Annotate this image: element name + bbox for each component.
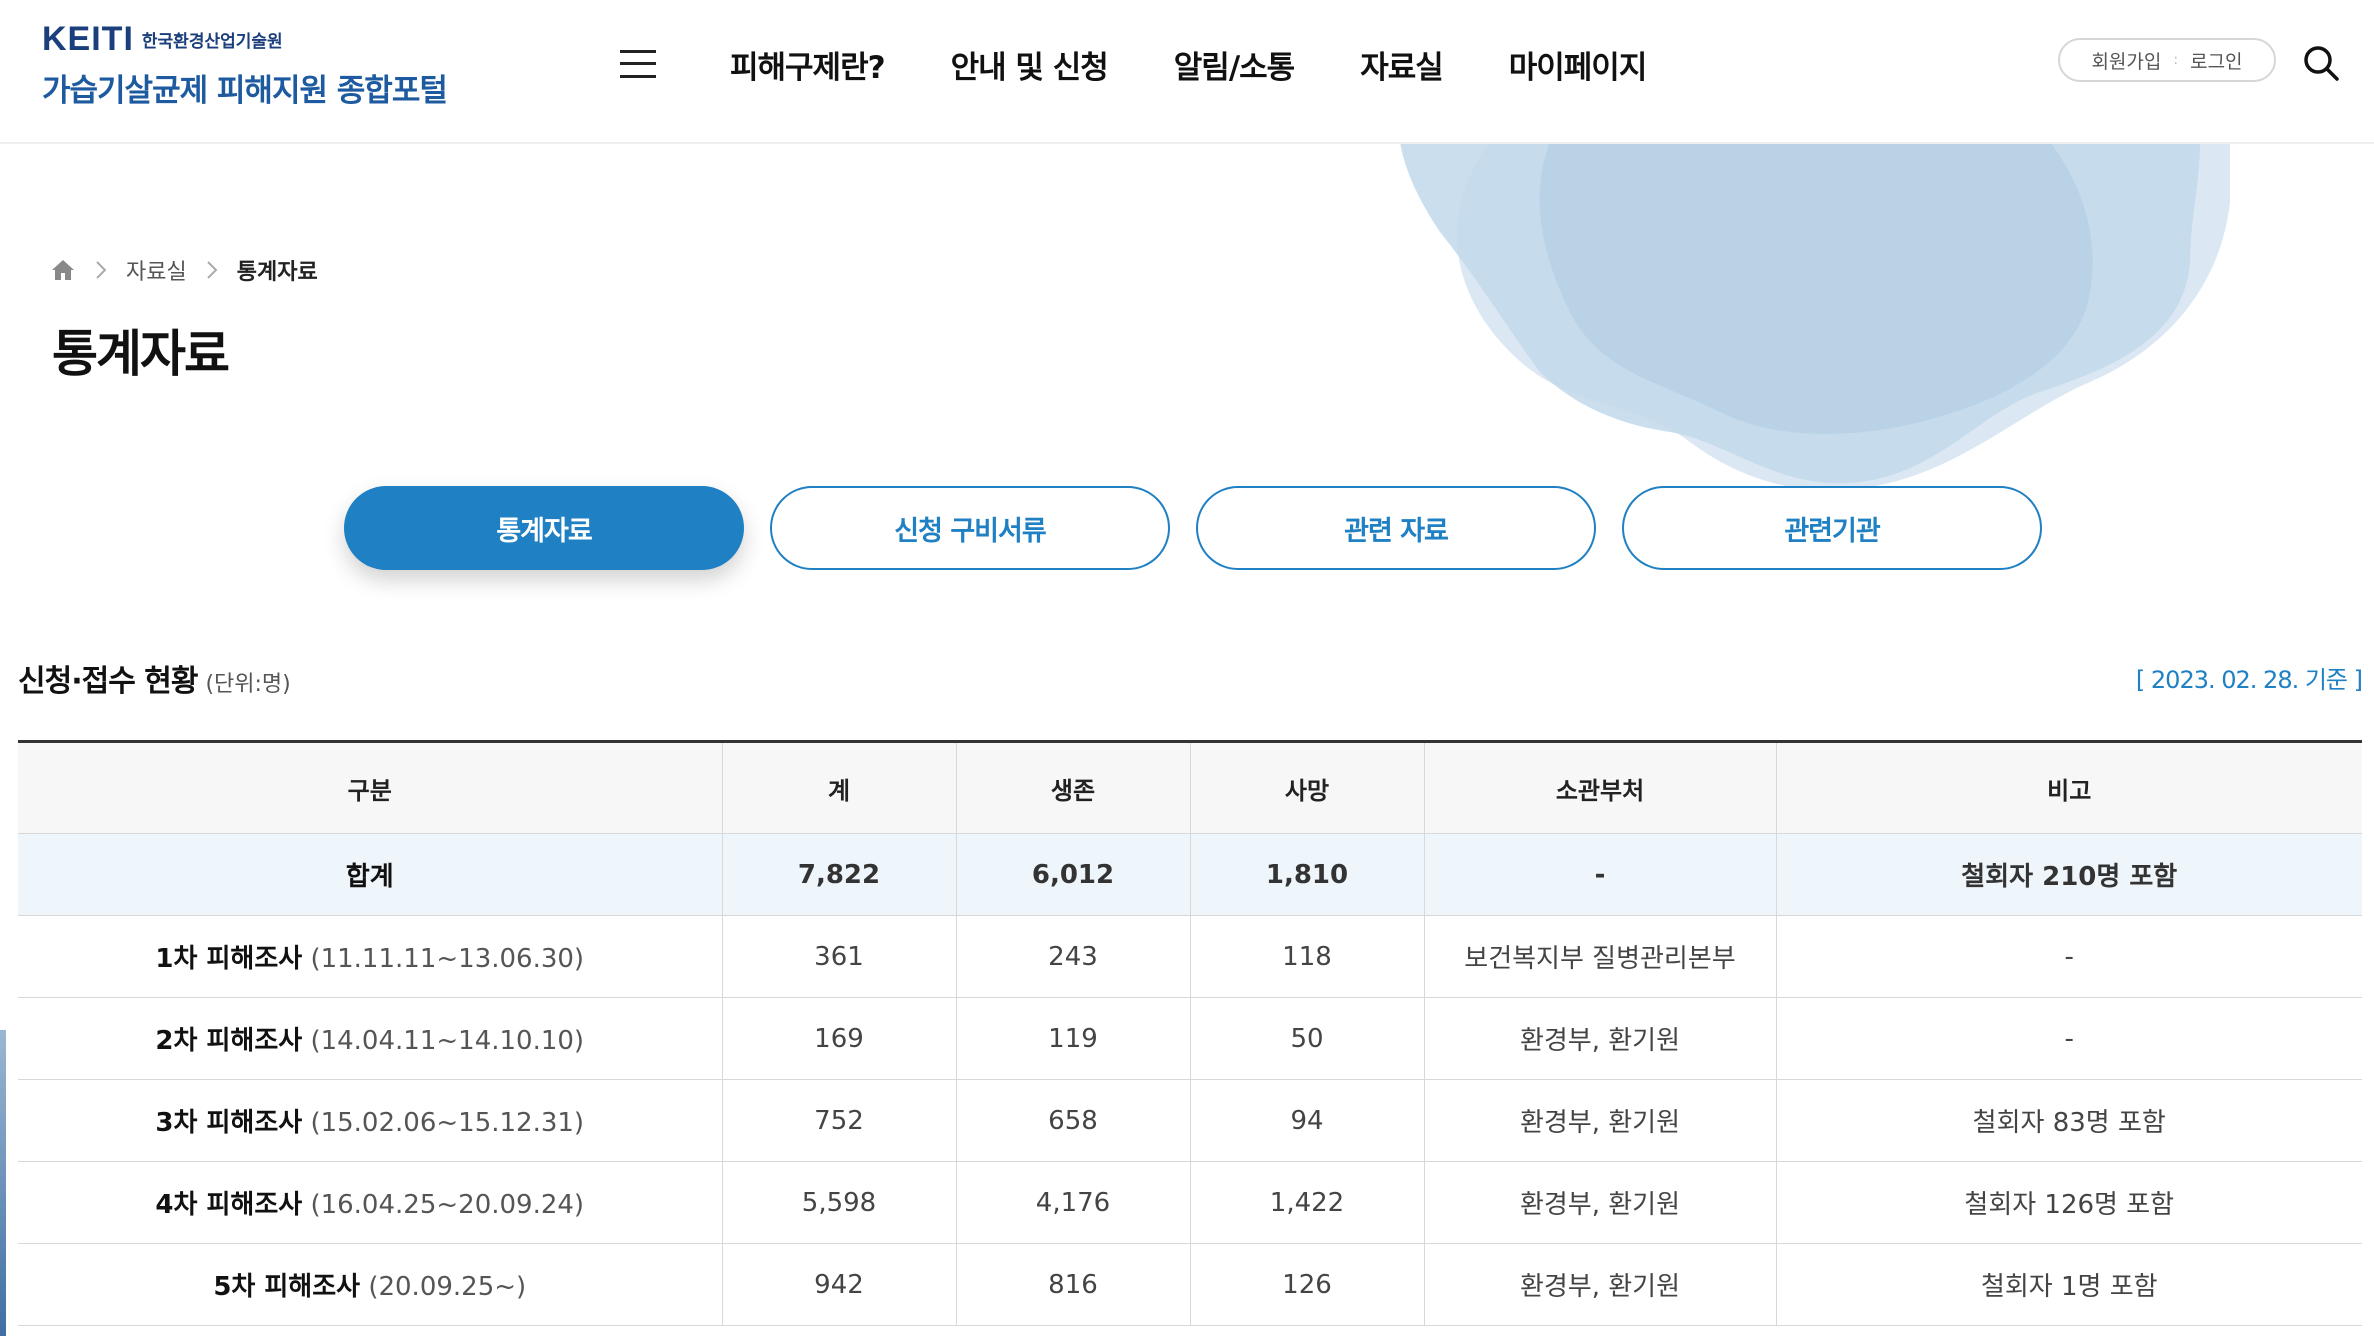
survey-name: 5차 피해조사 (213, 1272, 361, 1302)
cell-note: 철회자 83명 포함 (1776, 1079, 2362, 1162)
cell-alive: 6,012 (956, 833, 1191, 916)
breadcrumb: 자료실 통계자료 (50, 254, 318, 286)
header-category: 구분 (18, 740, 723, 834)
cell-total: 5,598 (722, 1161, 957, 1244)
survey-name: 4차 피해조사 (155, 1190, 303, 1220)
header-department: 소관부처 (1424, 740, 1777, 834)
cell-note: - (1776, 915, 2362, 998)
cell-department: 환경부, 환기원 (1424, 1243, 1777, 1326)
table-row: 1차 피해조사 (11.11.11~13.06.30) 361 243 118 … (18, 915, 2362, 998)
header-note: 비고 (1776, 740, 2362, 834)
cell-category: 1차 피해조사 (11.11.11~13.06.30) (18, 915, 723, 998)
survey-name: 3차 피해조사 (155, 1108, 303, 1138)
tab-documents[interactable]: 신청 구비서류 (770, 486, 1170, 570)
cell-dead: 118 (1190, 915, 1425, 998)
survey-period: (20.09.25~) (368, 1272, 527, 1302)
cell-alive: 816 (956, 1243, 1191, 1326)
breadcrumb-parent[interactable]: 자료실 (126, 254, 187, 286)
section-heading: 신청·접수 현황 (단위:명) (18, 656, 291, 700)
table-header-row: 구분 계 생존 사망 소관부처 비고 (18, 740, 2362, 834)
survey-period: (15.02.06~15.12.31) (310, 1108, 585, 1138)
main-nav: 피해구제란? 안내 및 신청 알림/소통 자료실 마이페이지 (730, 42, 1648, 87)
section-title: 신청·접수 현황 (18, 664, 198, 699)
tab-related-agencies[interactable]: 관련기관 (1622, 486, 2042, 570)
cell-note: 철회자 210명 포함 (1776, 833, 2362, 916)
logo-title: 가습기살균제 피해지원 종합포털 (42, 73, 448, 109)
table-row: 5차 피해조사 (20.09.25~) 942 816 126 환경부, 환기원… (18, 1243, 2362, 1326)
cell-note: 철회자 1명 포함 (1776, 1243, 2362, 1326)
cell-category: 5차 피해조사 (20.09.25~) (18, 1243, 723, 1326)
cell-dead: 50 (1190, 997, 1425, 1080)
breadcrumb-current: 통계자료 (236, 260, 318, 285)
logo-org-name: 한국환경산업기술원 (141, 32, 283, 52)
cell-category: 4차 피해조사 (16.04.25~20.09.24) (18, 1161, 723, 1244)
cell-note: 철회자 126명 포함 (1776, 1161, 2362, 1244)
chevron-right-icon (207, 261, 218, 279)
login-link[interactable]: 로그인 (2190, 47, 2242, 74)
cell-total: 7,822 (722, 833, 957, 916)
cell-dead: 1,810 (1190, 833, 1425, 916)
site-header: KEITI 한국환경산업기술원 가습기살균제 피해지원 종합포털 피해구제란? … (0, 0, 2374, 144)
cell-alive: 119 (956, 997, 1191, 1080)
cell-alive: 243 (956, 915, 1191, 998)
page-title: 통계자료 (52, 325, 230, 383)
signup-link[interactable]: 회원가입 (2091, 47, 2161, 74)
nav-item-notice[interactable]: 알림/소통 (1174, 42, 1295, 87)
survey-period: (11.11.11~13.06.30) (310, 944, 585, 974)
cell-category: 3차 피해조사 (15.02.06~15.12.31) (18, 1079, 723, 1162)
member-links: 회원가입 : 로그인 (2058, 38, 2276, 82)
header-alive: 생존 (956, 740, 1191, 834)
statistics-table: 구분 계 생존 사망 소관부처 비고 합계 7,822 6,012 1,810 … (18, 740, 2362, 1326)
cell-department: 환경부, 환기원 (1424, 1161, 1777, 1244)
member-separator: : (2173, 52, 2179, 68)
reference-date: [ 2023. 02. 28. 기준 ] (2135, 666, 2363, 694)
tab-related-materials[interactable]: 관련 자료 (1196, 486, 1596, 570)
table-row: 3차 피해조사 (15.02.06~15.12.31) 752 658 94 환… (18, 1079, 2362, 1162)
nav-item-guide[interactable]: 안내 및 신청 (951, 42, 1109, 87)
sub-tabs: 통계자료 신청 구비서류 관련 자료 관련기관 (344, 486, 2042, 570)
tab-statistics[interactable]: 통계자료 (344, 486, 744, 570)
nav-item-mypage[interactable]: 마이페이지 (1509, 42, 1648, 87)
cell-total: 169 (722, 997, 957, 1080)
table-row-total: 합계 7,822 6,012 1,810 - 철회자 210명 포함 (18, 833, 2362, 916)
nav-item-archive[interactable]: 자료실 (1360, 42, 1444, 87)
cell-alive: 658 (956, 1079, 1191, 1162)
cell-total: 942 (722, 1243, 957, 1326)
cell-department: - (1424, 833, 1777, 916)
cell-total: 361 (722, 915, 957, 998)
survey-name: 1차 피해조사 (155, 944, 303, 974)
search-icon[interactable] (2302, 44, 2340, 82)
cell-dead: 94 (1190, 1079, 1425, 1162)
cell-category: 2차 피해조사 (14.04.11~14.10.10) (18, 997, 723, 1080)
survey-period: (14.04.11~14.10.10) (310, 1026, 585, 1056)
site-logo[interactable]: KEITI 한국환경산업기술원 가습기살균제 피해지원 종합포털 (42, 20, 482, 110)
cell-total: 752 (722, 1079, 957, 1162)
survey-period: (16.04.25~20.09.24) (310, 1190, 585, 1220)
nav-item-relief[interactable]: 피해구제란? (730, 42, 886, 87)
cell-dead: 126 (1190, 1243, 1425, 1326)
chevron-right-icon (96, 261, 107, 279)
hamburger-menu-icon[interactable] (618, 44, 658, 84)
section-unit: (단위:명) (205, 672, 291, 697)
header-total: 계 (722, 740, 957, 834)
cell-department: 보건복지부 질병관리본부 (1424, 915, 1777, 998)
cell-alive: 4,176 (956, 1161, 1191, 1244)
cell-department: 환경부, 환기원 (1424, 1079, 1777, 1162)
home-icon[interactable] (50, 258, 76, 282)
table-row: 4차 피해조사 (16.04.25~20.09.24) 5,598 4,176 … (18, 1161, 2362, 1244)
decorative-blob (1400, 142, 2230, 512)
cell-category: 합계 (18, 833, 723, 916)
logo-mark: KEITI (42, 20, 134, 58)
cell-department: 환경부, 환기원 (1424, 997, 1777, 1080)
survey-name: 2차 피해조사 (155, 1026, 303, 1056)
table-row: 2차 피해조사 (14.04.11~14.10.10) 169 119 50 환… (18, 997, 2362, 1080)
cell-dead: 1,422 (1190, 1161, 1425, 1244)
header-dead: 사망 (1190, 740, 1425, 834)
cell-note: - (1776, 997, 2362, 1080)
edge-decoration (0, 1030, 6, 1336)
